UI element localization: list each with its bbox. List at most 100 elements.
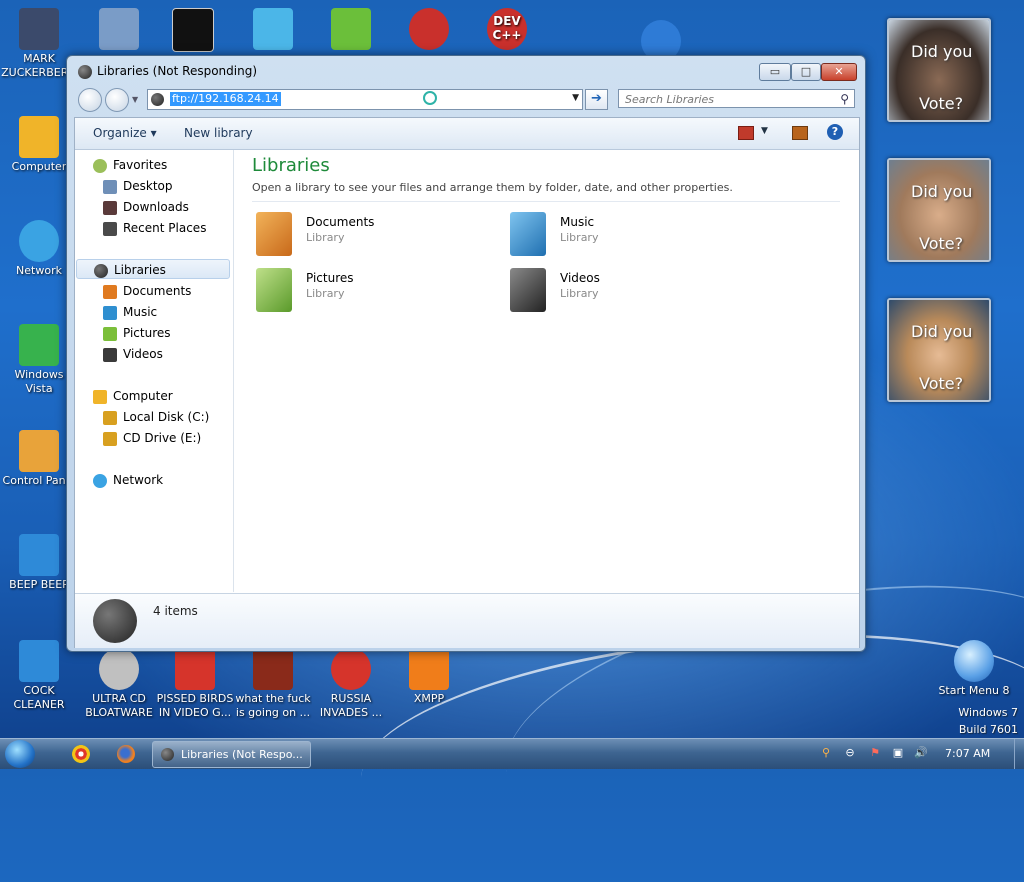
desktop-icon-ultra-cd[interactable]: ULTRA CD BLOATWARE <box>80 648 158 720</box>
search-icon[interactable]: ⚲ <box>840 90 849 109</box>
maximize-button[interactable]: □ <box>791 63 821 81</box>
library-name: Pictures <box>306 271 354 285</box>
nav-computer[interactable]: Computer <box>93 386 173 406</box>
recent-pages-dropdown[interactable]: ▼ <box>132 95 138 104</box>
action-center-flag-icon[interactable]: ⚑ <box>868 746 882 760</box>
desktop-icon-top-1[interactable] <box>80 8 158 52</box>
nav-network[interactable]: Network <box>93 470 163 490</box>
search-placeholder: Search Libraries <box>625 93 715 106</box>
nav-label: Favorites <box>113 158 168 172</box>
nav-cd-drive[interactable]: CD Drive (E:) <box>103 428 201 448</box>
nav-music[interactable]: Music <box>103 302 157 322</box>
library-documents[interactable]: Documents Library <box>252 210 452 260</box>
change-view-icon[interactable] <box>738 126 754 140</box>
drive-icon <box>253 8 293 50</box>
tray-search-icon[interactable]: ⚲ <box>819 746 833 760</box>
back-button[interactable] <box>78 88 102 112</box>
address-text[interactable]: ftp://192.168.24.14 <box>170 92 281 106</box>
libraries-view: Libraries Open a library to see your fil… <box>234 150 858 592</box>
help-icon[interactable]: ? <box>827 124 843 140</box>
volume-icon[interactable]: 🔊 <box>914 746 928 760</box>
nav-desktop[interactable]: Desktop <box>103 176 173 196</box>
desktop-icon-what[interactable]: what the fuck is going on ... <box>234 648 312 720</box>
desktop-icon-top-5[interactable] <box>390 8 468 52</box>
search-input[interactable]: Search Libraries ⚲ <box>618 89 855 108</box>
library-name: Documents <box>306 215 375 229</box>
view-dropdown-button[interactable]: ▼ <box>761 126 768 138</box>
desktop-icon-label: Start Menu 8 <box>938 684 1010 697</box>
watermark-line-2: Build 7601 <box>958 723 1018 736</box>
taskbar-clock[interactable]: 7:07 AM <box>945 747 990 760</box>
star-icon <box>93 158 107 173</box>
nav-label: CD Drive (E:) <box>123 431 202 445</box>
nav-label: Desktop <box>123 179 173 193</box>
desktop-icon-cleaner[interactable]: COCK CLEANER <box>0 640 78 712</box>
nav-favorites[interactable]: Favorites <box>93 155 167 175</box>
start-button[interactable] <box>5 740 35 768</box>
desktop-icon-label: RUSSIA INVADES ... <box>319 692 383 719</box>
nav-libraries[interactable]: Libraries <box>76 259 230 279</box>
desktop-icon-pissed-birds[interactable]: PISSED BIRDS IN VIDEO G... <box>156 648 234 720</box>
forward-button[interactable] <box>105 88 129 112</box>
nav-pictures[interactable]: Pictures <box>103 323 171 343</box>
devcpp-icon-text: DEV C++ <box>492 14 522 42</box>
nav-label: Documents <box>123 284 192 298</box>
close-button[interactable]: ✕ <box>821 63 857 81</box>
desktop-icon-top-4[interactable] <box>312 8 390 52</box>
new-library-button[interactable]: New library <box>184 126 253 140</box>
desktop-icon-xmpp[interactable]: XMPP <box>390 648 468 706</box>
nav-label: Recent Places <box>123 221 207 235</box>
address-bar[interactable]: ftp://192.168.24.14 ▼ <box>147 89 583 110</box>
details-pane: 4 items <box>75 593 859 648</box>
vote-gadget-2[interactable]: Did you Vote? <box>887 158 991 262</box>
organize-menu-button[interactable]: Organize ▾ <box>93 126 157 140</box>
libraries-window[interactable]: Libraries (Not Responding) ▭ □ ✕ ▼ ftp:/… <box>66 55 866 652</box>
tray-minus-icon[interactable]: ⊖ <box>843 746 857 760</box>
gadget-line-2: Vote? <box>919 374 964 393</box>
document-icon <box>99 8 139 50</box>
desktop-icon-top-3[interactable] <box>234 8 312 52</box>
vote-gadget-1[interactable]: Did you Vote? <box>887 18 991 122</box>
show-desktop-button[interactable] <box>1014 739 1024 769</box>
item-count: 4 items <box>153 604 198 618</box>
music-library-icon <box>103 305 117 320</box>
bird-icon <box>175 648 215 690</box>
cd-icon <box>99 648 139 690</box>
desktop-icon-devcpp[interactable]: DEV C++ <box>468 8 546 52</box>
explorer-content: Organize ▾ New library ▼ ? Favorites Des… <box>74 117 860 648</box>
nav-recent-places[interactable]: Recent Places <box>103 218 206 238</box>
go-arrow-button[interactable]: ➔ <box>585 89 608 110</box>
loading-spinner-icon <box>423 91 437 105</box>
nav-videos[interactable]: Videos <box>103 344 163 364</box>
pig-icon <box>331 8 371 50</box>
pictures-library-icon <box>256 268 292 312</box>
hard-disk-icon <box>103 410 117 425</box>
pictures-library-icon <box>103 326 117 341</box>
title-bar[interactable]: Libraries (Not Responding) ▭ □ ✕ <box>67 56 865 86</box>
library-videos[interactable]: Videos Library <box>506 266 706 316</box>
chrome-icon[interactable] <box>72 745 90 763</box>
documents-library-icon <box>256 212 292 256</box>
nav-local-disk[interactable]: Local Disk (C:) <box>103 407 209 427</box>
library-name: Music <box>560 215 595 229</box>
firefox-icon[interactable] <box>117 745 135 763</box>
taskbar-item-libraries[interactable]: Libraries (Not Respo... <box>152 741 311 768</box>
library-music[interactable]: Music Library <box>506 210 706 260</box>
preview-pane-icon[interactable] <box>792 126 808 140</box>
person-icon <box>19 8 59 50</box>
desktop-icon-top-2[interactable] <box>154 8 232 54</box>
address-dropdown-button[interactable]: ▼ <box>572 93 579 103</box>
devcpp-icon: DEV C++ <box>487 8 527 50</box>
vote-gadget-3[interactable]: Did you Vote? <box>887 298 991 402</box>
book-icon <box>19 534 59 576</box>
nav-label: Music <box>123 305 158 319</box>
desktop-icon-start-menu-8[interactable]: Start Menu 8 <box>934 640 1014 698</box>
nav-documents[interactable]: Documents <box>103 281 191 301</box>
desktop-icon-russia[interactable]: RUSSIA INVADES ... <box>312 648 390 720</box>
videos-library-icon <box>510 268 546 312</box>
minimize-button[interactable]: ▭ <box>759 63 791 81</box>
network-monitor-icon[interactable]: ▣ <box>891 746 905 760</box>
music-library-icon <box>510 212 546 256</box>
nav-downloads[interactable]: Downloads <box>103 197 189 217</box>
library-pictures[interactable]: Pictures Library <box>252 266 452 316</box>
